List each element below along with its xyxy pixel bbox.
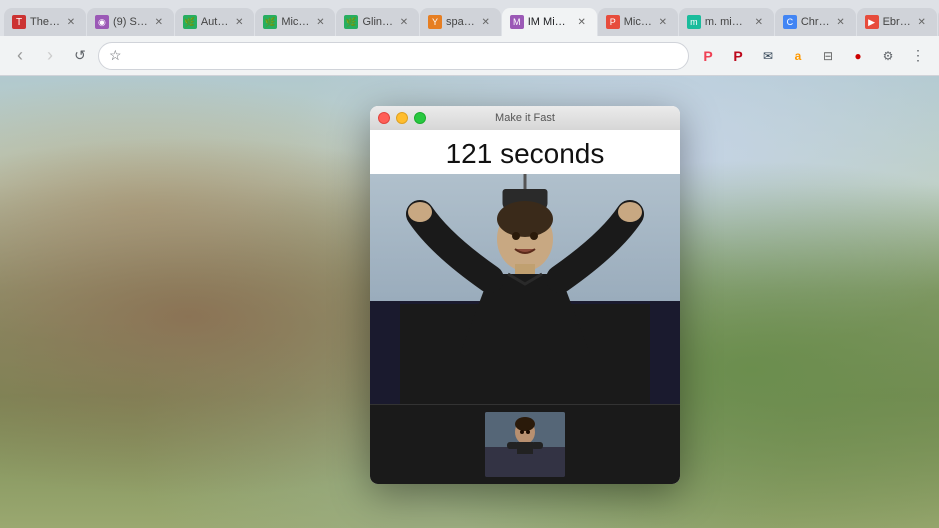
tab-auth[interactable]: 🌿 Aut… ✕ <box>175 8 255 36</box>
tab-close-mic2[interactable]: ✕ <box>656 15 670 29</box>
tab-favicon-mic: 🌿 <box>263 15 277 29</box>
tab-label-chr: Chr… <box>801 16 830 28</box>
window-content: 121 seconds <box>370 130 680 484</box>
tab-favicon-ebr: ▶ <box>865 15 879 29</box>
tab-label-mic: Mic… <box>281 16 309 28</box>
reeder-extension-icon[interactable]: ⊟ <box>815 43 841 69</box>
tab-close-glin[interactable]: ✕ <box>397 15 411 29</box>
extensions-icon[interactable]: ⚙ <box>875 43 901 69</box>
tab-label-mid: IM Mid… <box>528 16 571 28</box>
tab-favicon-spa: Y <box>428 15 442 29</box>
tab-close-tny[interactable]: ✕ <box>64 15 78 29</box>
tab-min[interactable]: m m. min… ✕ <box>679 8 774 36</box>
pinterest-extension-icon[interactable]: P <box>725 43 751 69</box>
tab-ebr[interactable]: ▶ Ebr… ✕ <box>857 8 937 36</box>
thumbnail-person-svg <box>485 412 565 477</box>
browser-chrome: T The… ✕ ◉ (9) S… ✕ 🌿 Aut… ✕ 🌿 Mic… ✕ 🌿 … <box>0 0 939 76</box>
tab-favicon-mit: ◉ <box>95 15 109 29</box>
tab-close-spa[interactable]: ✕ <box>479 15 493 29</box>
window-maximize-button[interactable] <box>414 112 426 124</box>
tab-close-ebr[interactable]: ✕ <box>915 15 929 29</box>
tab-close-mid[interactable]: ✕ <box>575 15 589 29</box>
tab-spa[interactable]: Y spa… ✕ <box>420 8 501 36</box>
tab-close-auth[interactable]: ✕ <box>232 15 246 29</box>
tab-mic[interactable]: 🌿 Mic… ✕ <box>255 8 335 36</box>
tab-favicon-tny: T <box>12 15 26 29</box>
tab-bar: T The… ✕ ◉ (9) S… ✕ 🌿 Aut… ✕ 🌿 Mic… ✕ 🌿 … <box>0 0 939 36</box>
window-title: Make it Fast <box>495 112 555 124</box>
extension-icons: P P ✉ a ⊟ ● ⚙ ⋮ <box>695 43 931 69</box>
tab-label-ebr: Ebr… <box>883 16 911 28</box>
window-minimize-button[interactable] <box>396 112 408 124</box>
bookmark-star-icon[interactable]: ☆ <box>109 47 122 64</box>
amazon-extension-icon[interactable]: a <box>785 43 811 69</box>
timer-display: 121 seconds <box>370 130 680 174</box>
desktop-area: Make it Fast 121 seconds <box>0 76 939 528</box>
tab-favicon-mic2: P <box>606 15 620 29</box>
forward-button[interactable]: › <box>38 44 62 68</box>
tab-close-mic[interactable]: ✕ <box>313 15 327 29</box>
tab-tny[interactable]: T The… ✕ <box>4 8 86 36</box>
tab-chr[interactable]: C Chr… ✕ <box>775 8 856 36</box>
tab-label-min: m. min… <box>705 16 748 28</box>
tab-mic2[interactable]: P Mic… ✕ <box>598 8 678 36</box>
tab-label-glin: Glin… <box>362 16 393 28</box>
window-titlebar: Make it Fast <box>370 106 680 130</box>
back-button[interactable]: ‹ <box>8 44 32 68</box>
pocket-extension-icon[interactable]: P <box>695 43 721 69</box>
omnibox[interactable]: ☆ <box>98 42 689 70</box>
email-extension-icon[interactable]: ✉ <box>755 43 781 69</box>
browser-toolbar: ‹ › ↺ ☆ P P ✉ a ⊟ ● <box>0 36 939 76</box>
tab-favicon-auth: 🌿 <box>183 15 197 29</box>
tab-close-min[interactable]: ✕ <box>752 15 766 29</box>
chrome-menu-button[interactable]: ⋮ <box>905 43 931 69</box>
tab-mid[interactable]: M IM Mid… ✕ <box>502 8 597 36</box>
tab-favicon-mid: M <box>510 15 524 29</box>
app-window-make-it-fast: Make it Fast 121 seconds <box>370 106 680 484</box>
tab-close-chr[interactable]: ✕ <box>834 15 848 29</box>
lastpass-extension-icon[interactable]: ● <box>845 43 871 69</box>
tab-label-spa: spa… <box>446 16 475 28</box>
window-close-button[interactable] <box>378 112 390 124</box>
tab-label-tny: The… <box>30 16 60 28</box>
tab-favicon-glin: 🌿 <box>344 15 358 29</box>
reload-button[interactable]: ↺ <box>68 44 92 68</box>
small-video-area <box>370 404 680 484</box>
small-video-thumbnail <box>485 412 565 477</box>
tab-label-mit: (9) S… <box>113 16 148 28</box>
tab-mit[interactable]: ◉ (9) S… ✕ <box>87 8 174 36</box>
tab-favicon-min: m <box>687 15 701 29</box>
tab-close-mit[interactable]: ✕ <box>152 15 166 29</box>
tab-label-auth: Aut… <box>201 16 229 28</box>
person-figure-main <box>400 184 650 404</box>
tab-label-mic2: Mic… <box>624 16 652 28</box>
tab-glin[interactable]: 🌿 Glin… ✕ <box>336 8 419 36</box>
tab-favicon-chr: C <box>783 15 797 29</box>
main-video-feed <box>370 174 680 404</box>
